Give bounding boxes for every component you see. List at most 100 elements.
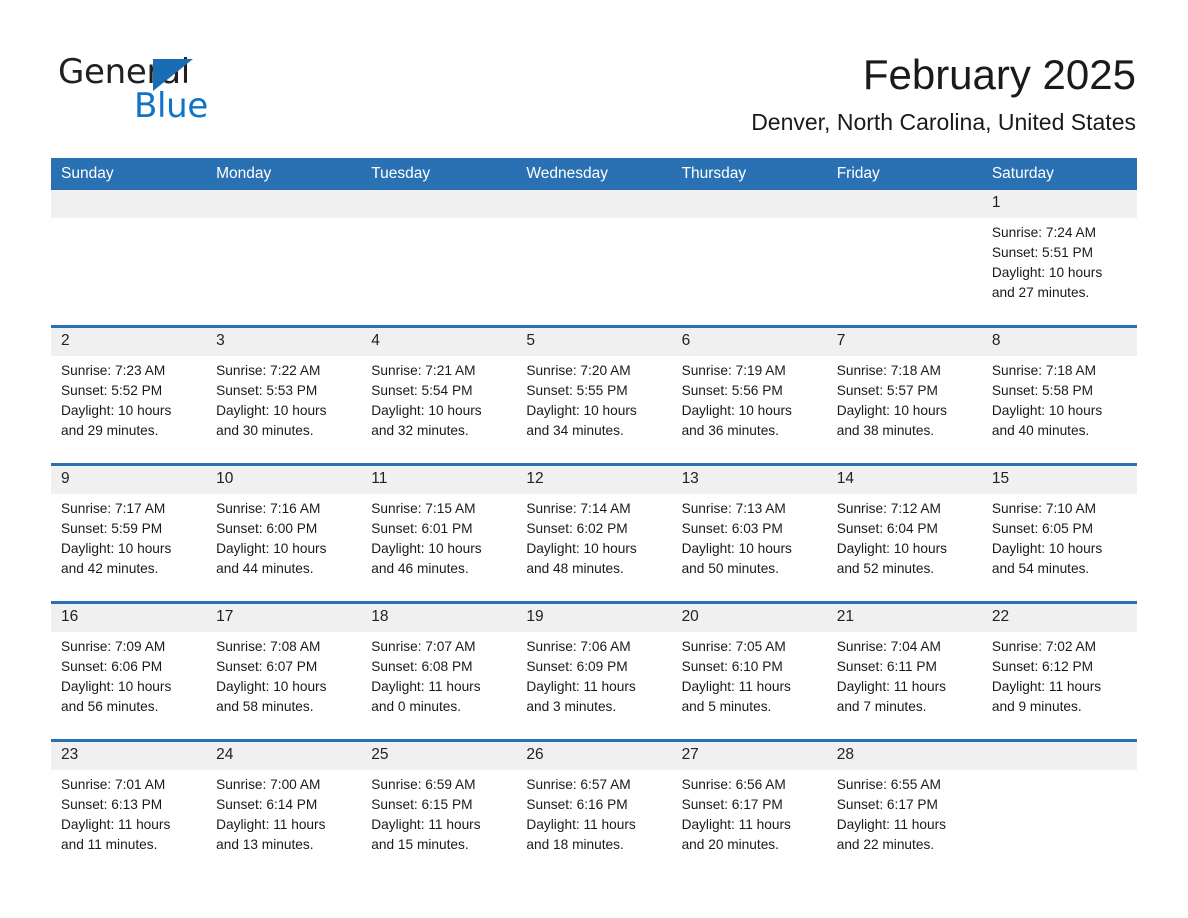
calendar-day-cell[interactable]: 9 Sunrise: 7:17 AM Sunset: 5:59 PM Daylight… <box>51 463 207 603</box>
day-cell-inner <box>671 190 827 325</box>
day-number: 4 <box>361 328 517 356</box>
day-daylight-text: and 58 minutes. <box>216 699 314 715</box>
day-sunset-text: Sunset: 5:55 PM <box>526 383 628 399</box>
day-details: Sunrise: 7:02 AM Sunset: 6:12 PM Daylight:… <box>982 632 1137 717</box>
day-cell-inner <box>361 190 517 325</box>
calendar-day-cell[interactable]: 4 Sunrise: 7:21 AM Sunset: 5:54 PM Daylight… <box>361 325 517 465</box>
day-number: 20 <box>671 604 827 632</box>
calendar-day-cell[interactable]: 15 Sunrise: 7:10 AM Sunset: 6:05 PM Dayligh… <box>981 463 1137 603</box>
day-details: Sunrise: 7:24 AM Sunset: 5:51 PM Daylight:… <box>982 218 1137 303</box>
day-sunrise-text: Sunrise: 7:15 AM <box>371 501 476 516</box>
day-number: 10 <box>206 466 362 494</box>
calendar-day-cell[interactable]: 25 Sunrise: 6:59 AM Sunset: 6:15 PM Dayligh… <box>361 739 517 877</box>
day-sunrise-text: Sunrise: 7:22 AM <box>216 363 321 378</box>
day-cell-inner: 21 Sunrise: 7:04 AM Sunset: 6:11 PM Dayligh… <box>826 604 982 739</box>
calendar-day-cell[interactable]: 7 Sunrise: 7:18 AM Sunset: 5:57 PM Daylight… <box>826 325 982 465</box>
day-details: Sunrise: 7:06 AM Sunset: 6:09 PM Daylight:… <box>516 632 671 717</box>
day-sunrise-text: Sunrise: 7:21 AM <box>371 363 476 378</box>
calendar-day-cell[interactable]: 17 Sunrise: 7:08 AM Sunset: 6:07 PM Dayligh… <box>206 601 362 741</box>
day-number: 19 <box>516 604 672 632</box>
day-sunset-text: Sunset: 6:07 PM <box>216 659 318 675</box>
day-daylight-text: Daylight: 10 hours <box>61 403 172 419</box>
day-cell-inner <box>826 190 982 325</box>
calendar-day-cell[interactable]: 3 Sunrise: 7:22 AM Sunset: 5:53 PM Daylight… <box>206 325 362 465</box>
calendar-day-cell[interactable]: 23 Sunrise: 7:01 AM Sunset: 6:13 PM Dayligh… <box>51 739 207 877</box>
calendar-day-cell[interactable]: 16 Sunrise: 7:09 AM Sunset: 6:06 PM Dayligh… <box>51 601 207 741</box>
day-daylight-text: Daylight: 11 hours <box>836 679 947 695</box>
calendar-week-row: 23 Sunrise: 7:01 AM Sunset: 6:13 PM Dayligh… <box>51 739 1137 877</box>
day-daylight-text: and 9 minutes. <box>991 699 1082 715</box>
weekday-header-saturday: Saturday <box>981 158 1137 190</box>
calendar-day-cell[interactable]: 5 Sunrise: 7:20 AM Sunset: 5:55 PM Daylight… <box>516 325 672 465</box>
day-daylight-text: and 30 minutes. <box>216 423 314 439</box>
day-sunset-text: Sunset: 6:17 PM <box>681 797 783 813</box>
calendar-day-cell[interactable]: 18 Sunrise: 7:07 AM Sunset: 6:08 PM Dayligh… <box>361 601 517 741</box>
calendar-day-cell[interactable]: 27 Sunrise: 6:56 AM Sunset: 6:17 PM Dayligh… <box>671 739 827 877</box>
day-details: Sunrise: 6:56 AM Sunset: 6:17 PM Daylight:… <box>672 770 827 855</box>
day-number <box>361 190 517 218</box>
brand-name-blue: Blue <box>134 86 209 126</box>
calendar-day-cell[interactable]: 19 Sunrise: 7:06 AM Sunset: 6:09 PM Dayligh… <box>516 601 672 741</box>
calendar-week-row: 9 Sunrise: 7:17 AM Sunset: 5:59 PM Daylight… <box>51 463 1137 603</box>
calendar-day-cell[interactable]: 20 Sunrise: 7:05 AM Sunset: 6:10 PM Dayligh… <box>671 601 827 741</box>
day-sunset-text: Sunset: 5:57 PM <box>836 383 938 399</box>
day-details: Sunrise: 6:59 AM Sunset: 6:15 PM Daylight:… <box>361 770 516 855</box>
calendar-day-cell[interactable]: 26 Sunrise: 6:57 AM Sunset: 6:16 PM Dayligh… <box>516 739 672 877</box>
page-header: General Blue February 2025 Denver, North… <box>0 0 1188 156</box>
day-cell-inner: 19 Sunrise: 7:06 AM Sunset: 6:09 PM Dayligh… <box>516 604 672 739</box>
calendar-week-row: 1 Sunrise: 7:24 AM Sunset: 5:51 PM Daylight… <box>51 190 1137 327</box>
day-cell-inner <box>516 190 672 325</box>
day-daylight-text: and 50 minutes. <box>681 561 779 577</box>
day-daylight-text: and 22 minutes. <box>836 837 935 853</box>
calendar-day-cell[interactable]: 6 Sunrise: 7:19 AM Sunset: 5:56 PM Daylight… <box>671 325 827 465</box>
day-daylight-text: Daylight: 10 hours <box>836 403 948 419</box>
day-daylight-text: Daylight: 10 hours <box>991 265 1103 281</box>
calendar-day-cell[interactable]: 13 Sunrise: 7:13 AM Sunset: 6:03 PM Dayligh… <box>671 463 827 603</box>
day-sunset-text: Sunset: 6:15 PM <box>371 797 473 813</box>
day-cell-inner: 26 Sunrise: 6:57 AM Sunset: 6:16 PM Dayligh… <box>516 742 672 877</box>
day-cell-inner: 18 Sunrise: 7:07 AM Sunset: 6:08 PM Dayligh… <box>361 604 517 739</box>
day-sunrise-text: Sunrise: 7:23 AM <box>61 363 166 378</box>
day-sunrise-text: Sunrise: 7:09 AM <box>61 639 166 654</box>
calendar-day-cell[interactable]: 12 Sunrise: 7:14 AM Sunset: 6:02 PM Dayligh… <box>516 463 672 603</box>
weekday-header-thursday: Thursday <box>671 158 827 190</box>
day-cell-inner: 3 Sunrise: 7:22 AM Sunset: 5:53 PM Daylight… <box>206 328 362 463</box>
day-sunset-text: Sunset: 6:04 PM <box>836 521 938 537</box>
day-sunrise-text: Sunrise: 7:17 AM <box>61 501 166 516</box>
calendar-table: Sunday Monday Tuesday Wednesday Thursday… <box>51 158 1137 877</box>
calendar-day-cell[interactable]: 11 Sunrise: 7:15 AM Sunset: 6:01 PM Dayligh… <box>361 463 517 603</box>
day-daylight-text: Daylight: 10 hours <box>216 541 327 557</box>
day-number <box>516 190 672 218</box>
day-number: 6 <box>671 328 827 356</box>
day-sunset-text: Sunset: 6:03 PM <box>681 521 783 537</box>
calendar-day-cell[interactable]: 21 Sunrise: 7:04 AM Sunset: 6:11 PM Dayligh… <box>826 601 982 741</box>
calendar-day-cell[interactable]: 22 Sunrise: 7:02 AM Sunset: 6:12 PM Dayligh… <box>981 601 1137 741</box>
calendar-day-cell[interactable]: 14 Sunrise: 7:12 AM Sunset: 6:04 PM Dayligh… <box>826 463 982 603</box>
day-number: 5 <box>516 328 672 356</box>
day-sunset-text: Sunset: 6:11 PM <box>836 659 937 675</box>
day-sunrise-text: Sunrise: 7:08 AM <box>216 639 321 654</box>
day-number <box>671 190 827 218</box>
calendar-day-cell[interactable]: 24 Sunrise: 7:00 AM Sunset: 6:14 PM Dayligh… <box>206 739 362 877</box>
day-daylight-text: and 36 minutes. <box>681 423 779 439</box>
weekday-header-tuesday: Tuesday <box>361 158 517 190</box>
day-details: Sunrise: 7:22 AM Sunset: 5:53 PM Daylight:… <box>206 356 361 441</box>
day-daylight-text: and 54 minutes. <box>991 561 1090 577</box>
brand-logo[interactable]: General Blue <box>58 52 358 132</box>
day-sunrise-text: Sunrise: 7:05 AM <box>681 639 786 654</box>
day-daylight-text: and 42 minutes. <box>61 561 159 577</box>
day-sunrise-text: Sunrise: 7:12 AM <box>836 501 941 516</box>
day-daylight-text: Daylight: 11 hours <box>681 817 791 833</box>
calendar-day-cell[interactable]: 1 Sunrise: 7:24 AM Sunset: 5:51 PM Daylight… <box>981 190 1137 327</box>
calendar-day-cell[interactable]: 28 Sunrise: 6:55 AM Sunset: 6:17 PM Dayligh… <box>826 739 982 877</box>
day-daylight-text: and 27 minutes. <box>991 285 1090 301</box>
day-sunrise-text: Sunrise: 7:00 AM <box>216 777 321 792</box>
calendar-day-cell[interactable]: 8 Sunrise: 7:18 AM Sunset: 5:58 PM Daylight… <box>981 325 1137 465</box>
day-daylight-text: and 40 minutes. <box>991 423 1090 439</box>
calendar-day-cell[interactable]: 10 Sunrise: 7:16 AM Sunset: 6:00 PM Dayligh… <box>206 463 362 603</box>
day-details: Sunrise: 6:55 AM Sunset: 6:17 PM Daylight:… <box>827 770 982 855</box>
day-daylight-text: Daylight: 11 hours <box>681 679 791 695</box>
day-sunset-text: Sunset: 6:00 PM <box>216 521 318 537</box>
day-daylight-text: Daylight: 11 hours <box>526 679 636 695</box>
calendar-day-cell[interactable]: 2 Sunrise: 7:23 AM Sunset: 5:52 PM Daylight… <box>51 325 207 465</box>
